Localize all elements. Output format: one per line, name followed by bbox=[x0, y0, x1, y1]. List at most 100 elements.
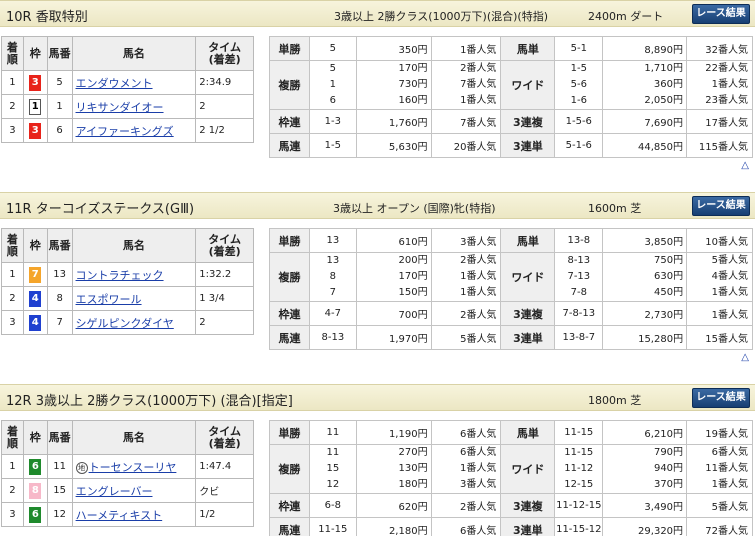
local-horse-mark-icon: 地 bbox=[75, 461, 88, 474]
race-distance: 2400m ダート bbox=[588, 10, 664, 23]
race-distance: 1600m 芝 bbox=[588, 202, 642, 215]
payout-amount: 360円 bbox=[653, 79, 684, 90]
popularity: 1番人気 bbox=[686, 301, 753, 326]
bet-type-place: 複勝 bbox=[269, 252, 310, 302]
payout-amount: 29,320円 bbox=[602, 517, 688, 536]
payout-amount: 1,760円 bbox=[355, 109, 432, 134]
frame-number-badge: 8 bbox=[29, 482, 42, 499]
combination-cell: 5 1 6 bbox=[308, 60, 357, 110]
bet-type-win: 単勝 bbox=[269, 36, 310, 61]
frame-cell: 6 bbox=[22, 502, 48, 527]
finish-time: 2 bbox=[195, 94, 254, 119]
frame-cell: 4 bbox=[22, 286, 48, 311]
race-results-button[interactable]: レース結果 bbox=[692, 196, 750, 216]
column-header-text: 馬番 bbox=[48, 430, 71, 444]
column-header-name: 馬名 bbox=[71, 228, 197, 263]
bet-type-quinella: 馬連 bbox=[269, 517, 310, 536]
horse-name-link[interactable]: ハーメティキスト bbox=[76, 509, 163, 522]
popularity: 4番人気 bbox=[711, 271, 748, 282]
race-conditions: 3歳以上 2勝クラス(1000万下)(混合)(特指) bbox=[334, 10, 549, 23]
popularity: 2番人気 bbox=[460, 63, 497, 74]
popularity: 2番人気 bbox=[460, 255, 497, 266]
horse-name-link[interactable]: エスポワール bbox=[76, 293, 142, 306]
payout-amount-cell: 170円 730円 160円 bbox=[355, 60, 432, 110]
bet-type-exacta: 馬単 bbox=[500, 228, 556, 253]
combination: 11 bbox=[308, 420, 357, 445]
horse-name-link[interactable]: リキサンダイオー bbox=[76, 101, 164, 114]
popularity: 1番人気 bbox=[460, 287, 497, 298]
payout-amount: 180円 bbox=[398, 479, 428, 490]
finish-rank: 3 bbox=[1, 502, 24, 527]
frame-number-badge: 3 bbox=[29, 122, 42, 139]
bet-type-place: 複勝 bbox=[269, 444, 310, 494]
payout-row: 枠連 1-3 1,760円 7番人気 3連複 1-5-6 7,690円 17番人気 bbox=[269, 109, 753, 134]
popularity-cell: 2番人気 7番人気 1番人気 bbox=[430, 60, 502, 110]
combination: 13 bbox=[326, 255, 340, 266]
payout-row: 枠連 4-7 700円 2番人気 3連複 7-8-13 2,730円 1番人気 bbox=[269, 301, 753, 326]
payout-amount-cell: 750円 630円 450円 bbox=[602, 252, 688, 302]
payout-amount: 730円 bbox=[398, 79, 428, 90]
combination: 7 bbox=[329, 287, 337, 298]
column-header-text: 枠 bbox=[29, 430, 41, 444]
popularity: 15番人気 bbox=[686, 325, 753, 350]
race-title: 12R 3歳以上 2勝クラス(1000万下) (混合)[指定] bbox=[6, 394, 293, 409]
finish-time: 2:34.9 bbox=[195, 70, 254, 95]
payout-amount: 450円 bbox=[653, 287, 684, 298]
bet-type-wide: ワイド bbox=[500, 444, 556, 494]
combination: 15 bbox=[326, 463, 340, 474]
horse-name-link[interactable]: コントラチェック bbox=[76, 269, 164, 282]
payout-amount: 1,710円 bbox=[644, 63, 684, 74]
payout-amount-cell: 200円 170円 150円 bbox=[355, 252, 432, 302]
frame-number-badge: 6 bbox=[29, 458, 42, 475]
frame-cell: 3 bbox=[22, 118, 48, 143]
horse-name-cell: アイファーキングズ bbox=[71, 118, 197, 143]
payout-amount: 940円 bbox=[653, 463, 684, 474]
frame-number-badge: 4 bbox=[29, 290, 42, 307]
finish-time: 1:32.2 bbox=[195, 262, 254, 287]
horse-name-link[interactable]: シゲルピンクダイヤ bbox=[76, 317, 174, 330]
column-header-text: 馬名 bbox=[122, 430, 145, 444]
combination: 5-6 bbox=[570, 79, 587, 90]
combination: 11-12 bbox=[564, 463, 594, 474]
payout-row: 馬連 11-15 2,180円 6番人気 3連単 11-15-12 29,320円 72番人気 bbox=[269, 517, 753, 536]
popularity: 32番人気 bbox=[686, 36, 753, 61]
bet-type-trifecta: 3連単 bbox=[500, 133, 556, 158]
race-results-button[interactable]: レース結果 bbox=[692, 4, 750, 24]
combination: 13-8-7 bbox=[554, 325, 604, 350]
horse-name-link[interactable]: アイファーキングズ bbox=[76, 125, 174, 138]
bet-type-trio: 3連複 bbox=[500, 493, 556, 518]
popularity-cell: 6番人気 11番人気 1番人気 bbox=[686, 444, 753, 494]
column-header-time: タイム (着差) bbox=[195, 228, 254, 263]
bet-type-wide: ワイド bbox=[500, 60, 556, 110]
column-header-text: 着順 bbox=[6, 40, 18, 66]
bet-type-quinella: 馬連 bbox=[269, 325, 310, 350]
horse-name-link[interactable]: エングレーバー bbox=[76, 485, 153, 498]
payout-amount: 8,890円 bbox=[602, 36, 688, 61]
back-to-top-icon[interactable]: △ bbox=[741, 352, 749, 363]
back-to-top-icon[interactable]: △ bbox=[741, 160, 749, 171]
popularity: 6番人気 bbox=[711, 447, 748, 458]
horse-name-cell: 地トーセンスーリヤ bbox=[71, 454, 197, 479]
payout-amount: 350円 bbox=[355, 36, 432, 61]
frame-number-badge: 3 bbox=[29, 74, 42, 91]
combination: 6-8 bbox=[308, 493, 357, 518]
horse-name-link[interactable]: エンダウメント bbox=[76, 77, 153, 90]
combination: 5-1 bbox=[554, 36, 604, 61]
race-results-button[interactable]: レース結果 bbox=[692, 388, 750, 408]
horse-number: 11 bbox=[46, 454, 73, 479]
popularity: 1番人気 bbox=[711, 287, 748, 298]
horse-name-link[interactable]: トーセンスーリヤ bbox=[89, 461, 177, 474]
finish-rank: 3 bbox=[1, 310, 24, 335]
finisher-row: 1 7 13 コントラチェック 1:32.2 bbox=[1, 262, 254, 287]
race-distance: 1800m 芝 bbox=[588, 394, 642, 407]
payout-amount: 2,730円 bbox=[602, 301, 688, 326]
finisher-row: 2 8 15 エングレーバー クビ bbox=[1, 478, 254, 503]
payout-amount: 1,970円 bbox=[355, 325, 432, 350]
finish-time: 1/2 bbox=[195, 502, 254, 527]
column-header-text: 馬名 bbox=[122, 46, 145, 60]
column-header-time: タイム (着差) bbox=[195, 36, 254, 71]
popularity-cell: 2番人気 1番人気 1番人気 bbox=[430, 252, 502, 302]
payout-amount: 2,050円 bbox=[644, 95, 684, 106]
frame-cell: 8 bbox=[22, 478, 48, 503]
combination: 1-6 bbox=[570, 95, 587, 106]
